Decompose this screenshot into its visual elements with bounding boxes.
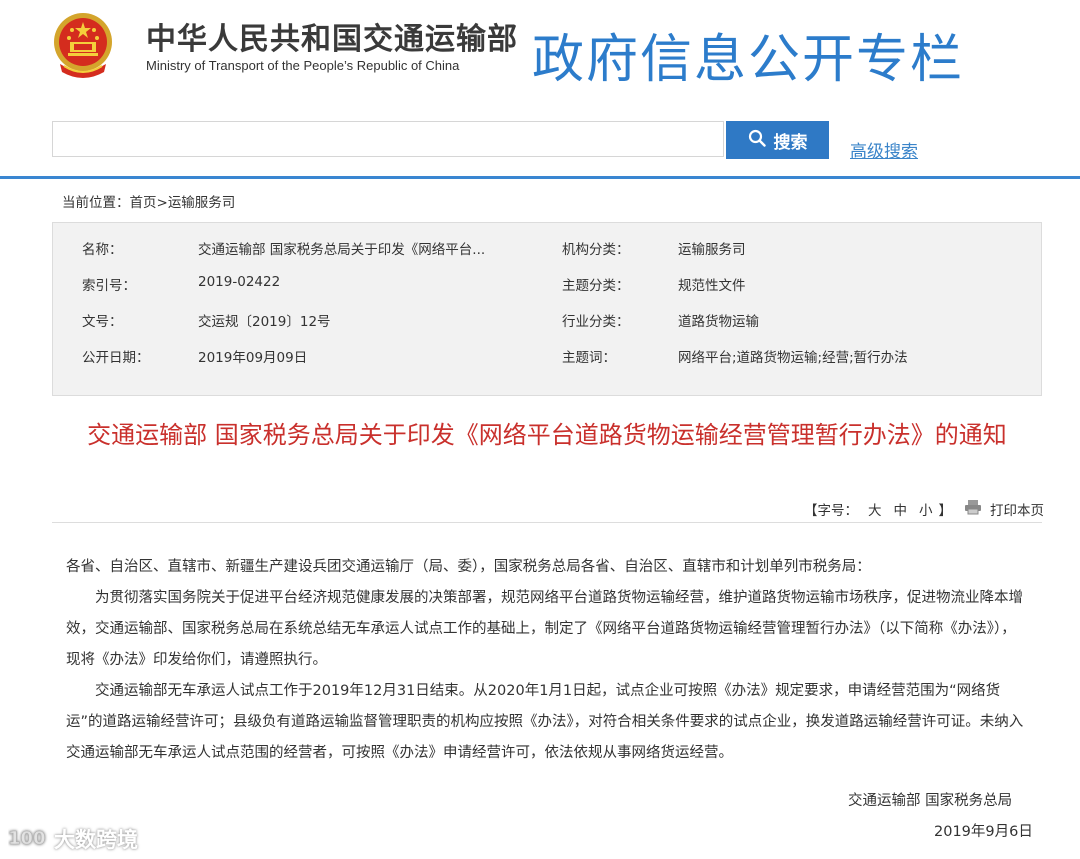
- font-size-label: 【字号：: [804, 503, 858, 519]
- info-value-topic: 规范性文件: [678, 278, 746, 294]
- document-title: 交通运输部 国家税务总局关于印发《网络平台道路货物运输经营管理暂行办法》的通知: [87, 421, 1007, 449]
- salutation: 各省、自治区、直辖市、新疆生产建设兵团交通运输厅（局、委），国家税务总局各省、自…: [66, 559, 871, 575]
- paragraph: 交通运输部无车承运人试点工作于2019年12月31日结束。从2020年1月1日起…: [66, 683, 1024, 761]
- info-label-agency: 机构分类：: [562, 242, 630, 258]
- breadcrumb-separator: >: [156, 195, 168, 211]
- ministry-name-cn: 中华人民共和国交通运输部: [146, 22, 518, 57]
- info-label-index: 索引号：: [82, 278, 136, 294]
- info-label-date: 公开日期：: [82, 350, 150, 366]
- font-size-large[interactable]: 大: [868, 499, 882, 519]
- breadcrumb-current[interactable]: 运输服务司: [168, 195, 236, 211]
- info-label-keywords: 主题词：: [562, 350, 616, 366]
- search-button[interactable]: 搜索: [726, 121, 829, 159]
- text-toolbar: 【字号： 大 中 小 】 打印本页: [804, 499, 1052, 519]
- search-input[interactable]: [52, 121, 724, 157]
- info-label-docno: 文号：: [82, 314, 123, 330]
- title-divider: [52, 522, 1042, 523]
- watermark-text: 大数跨境: [54, 828, 138, 852]
- search-button-label: 搜索: [773, 132, 808, 152]
- info-value-industry: 道路货物运输: [678, 314, 759, 330]
- info-value-date: 2019年09月09日: [198, 350, 308, 366]
- info-value-keywords: 网络平台;道路货物运输;经营;暂行办法: [678, 350, 908, 366]
- document-body: 各省、自治区、直辖市、新疆生产建设兵团交通运输厅（局、委），国家税务总局各省、自…: [66, 552, 1028, 769]
- signature-organization: 交通运输部 国家税务总局: [848, 793, 1013, 809]
- info-value-docno: 交运规〔2019〕12号: [198, 314, 331, 330]
- info-value-name: 交通运输部 国家税务总局关于印发《网络平台...: [198, 242, 486, 258]
- info-label-industry: 行业分类：: [562, 314, 630, 330]
- svg-text:100: 100: [8, 828, 46, 848]
- print-button[interactable]: 打印本页: [964, 499, 1048, 519]
- ministry-name-en: Ministry of Transport of the People’s Re…: [146, 58, 460, 73]
- breadcrumb: 当前位置：首页>运输服务司: [62, 191, 235, 211]
- font-size-end: 】: [938, 503, 953, 519]
- font-size-small[interactable]: 小: [919, 499, 933, 519]
- watermark: 100 大数跨境: [8, 824, 138, 854]
- header-divider: [0, 176, 1080, 179]
- breadcrumb-prefix: 当前位置：: [62, 195, 130, 211]
- signature-date: 2019年9月6日: [934, 824, 1033, 840]
- info-value-agency: 运输服务司: [678, 242, 746, 258]
- breadcrumb-home[interactable]: 首页: [130, 195, 157, 211]
- search-icon: [748, 129, 766, 152]
- font-size-medium[interactable]: 中: [894, 499, 908, 519]
- paragraph: 为贯彻落实国务院关于促进平台经济规范健康发展的决策部署，规范网络平台道路货物运输…: [66, 590, 1023, 668]
- national-emblem-logo: [52, 8, 114, 82]
- info-value-index: 2019-02422: [198, 274, 281, 290]
- watermark-logo-icon: 100: [8, 826, 48, 853]
- printer-icon: [964, 499, 982, 519]
- info-label-name: 名称：: [82, 242, 123, 258]
- print-label: 打印本页: [990, 503, 1044, 519]
- info-label-topic: 主题分类：: [562, 278, 630, 294]
- advanced-search-link[interactable]: 高级搜索: [850, 137, 918, 162]
- column-title: 政府信息公开专栏: [532, 30, 965, 90]
